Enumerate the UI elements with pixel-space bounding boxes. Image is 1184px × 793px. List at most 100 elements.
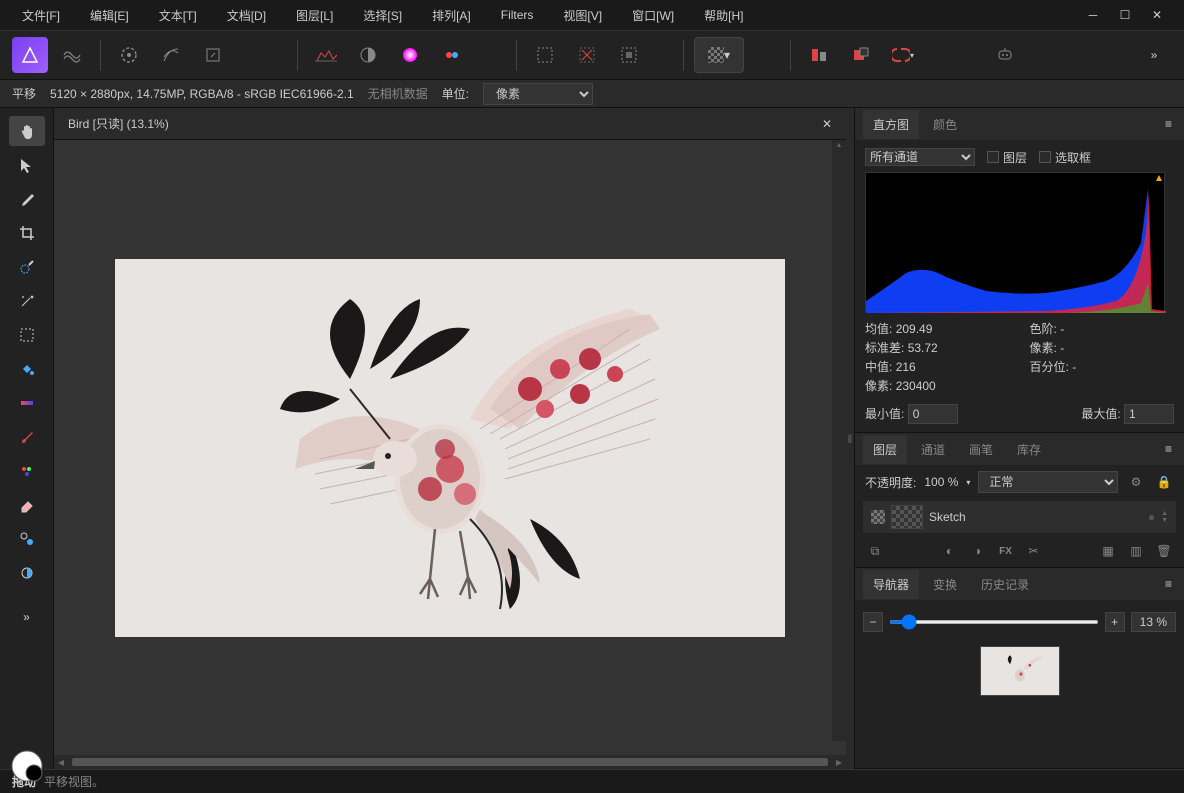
white-balance-icon[interactable] [434,37,470,73]
layer-lock-icon[interactable]: 🔒 [1154,472,1174,492]
menu-text[interactable]: 文本[T] [145,1,211,30]
tab-layers[interactable]: 图层 [863,435,907,464]
alignment-icon[interactable] [801,37,837,73]
dodge-burn-tool[interactable] [9,558,45,588]
tools-overflow[interactable]: » [9,602,45,632]
app-logo-icon[interactable] [12,37,48,73]
curves-icon[interactable] [153,37,189,73]
layer-settings-icon[interactable]: ⚙ [1126,472,1146,492]
menu-help[interactable]: 帮助[H] [690,1,757,30]
zoom-value[interactable]: 13 % [1131,612,1176,632]
scrollbar-vertical[interactable]: ▴ [832,140,846,741]
add-pixel-layer-icon[interactable]: ▥ [1126,541,1146,561]
layer-row[interactable]: Sketch ● ▲▼ [863,501,1176,533]
flood-fill-tool[interactable] [9,354,45,384]
move-tool[interactable] [9,150,45,180]
magic-wand-tool[interactable] [9,286,45,316]
clone-tool[interactable] [9,524,45,554]
liquify-persona-icon[interactable] [54,37,90,73]
snapping-toggle-icon[interactable]: ▾ [885,37,921,73]
layer-name[interactable]: Sketch [929,510,966,524]
layer-reorder[interactable]: ▲▼ [1161,510,1168,524]
levels-adjust-icon[interactable] [308,37,344,73]
gradient-tool[interactable] [9,388,45,418]
add-layer-icon[interactable]: ▦ [1098,541,1118,561]
delete-layer-icon[interactable]: 🗑 [1154,541,1174,561]
histogram-channel-select[interactable]: 所有通道 [865,148,975,166]
add-mask-icon[interactable]: ◐ [940,541,960,561]
erase-tool[interactable] [9,490,45,520]
zoom-slider[interactable] [889,620,1099,624]
document-title[interactable]: Bird [只读] (13.1%) [68,115,169,132]
arrange-icon[interactable] [843,37,879,73]
menu-document[interactable]: 文档[D] [213,1,280,30]
layer-group-icon[interactable]: ⧉ [865,541,885,561]
document-close[interactable]: ✕ [822,117,832,131]
tab-history[interactable]: 历史记录 [971,570,1039,599]
marquee-tool[interactable] [9,320,45,350]
zoom-in-button[interactable]: + [1105,612,1125,632]
opacity-value[interactable]: 100 % [924,475,958,489]
assistant-icon[interactable] [987,37,1023,73]
color-wheel-icon[interactable] [111,37,147,73]
menu-filters[interactable]: Filters [487,2,548,28]
menu-arrange[interactable]: 排列[A] [418,1,485,30]
units-label: 单位: [442,85,469,102]
layer-visibility-icon[interactable] [871,510,885,524]
tab-histogram[interactable]: 直方图 [863,110,919,139]
color-picker-tool[interactable] [9,184,45,214]
navigator-panel-menu-icon[interactable]: ≡ [1161,573,1176,595]
selection-brush-tool[interactable] [9,252,45,282]
tab-transform[interactable]: 变换 [923,570,967,599]
hsl-adjust-icon[interactable] [392,37,428,73]
selection-invert-icon[interactable] [611,37,647,73]
toolbar-overflow-icon[interactable]: » [1136,37,1172,73]
selection-all-icon[interactable] [527,37,563,73]
crop-layer-icon[interactable]: ✂ [1024,541,1044,561]
statusbar: 拖动 平移视图。 [0,769,1184,793]
scrollbar-horizontal[interactable]: ◂ ▸ [54,755,846,769]
hand-tool[interactable] [9,116,45,146]
panel-collapse-handle[interactable]: ‖ [846,108,854,769]
color-swatch[interactable] [10,749,44,769]
menu-view[interactable]: 视图[V] [549,1,616,30]
tab-brushes[interactable]: 画笔 [959,435,1003,464]
crop-tool[interactable] [9,218,45,248]
layer-thumbnail [891,505,923,529]
tab-stock[interactable]: 库存 [1007,435,1051,464]
contrast-adjust-icon[interactable] [350,37,386,73]
menu-select[interactable]: 选择[S] [349,1,416,30]
menu-edit[interactable]: 编辑[E] [76,1,143,30]
window-minimize[interactable]: ─ [1086,8,1100,22]
histogram-chart [865,172,1165,312]
window-close[interactable]: ✕ [1150,8,1164,22]
hist-max-input[interactable] [1124,404,1174,424]
menu-window[interactable]: 窗口[W] [618,1,688,30]
selection-deselect-icon[interactable] [569,37,605,73]
paint-mixer-tool[interactable] [9,456,45,486]
tab-navigator[interactable]: 导航器 [863,570,919,599]
histogram-layer-checkbox[interactable]: 图层 [987,149,1027,166]
panel-menu-icon[interactable]: ≡ [1161,113,1176,135]
layers-panel-menu-icon[interactable]: ≡ [1161,438,1176,460]
tab-color[interactable]: 颜色 [923,110,967,139]
blend-mode-select[interactable]: 正常 [978,471,1118,493]
hist-min-input[interactable] [908,404,958,424]
zoom-out-button[interactable]: − [863,612,883,632]
quick-mask-dropdown[interactable]: ▾ [694,37,744,73]
add-fx-icon[interactable]: FX [996,541,1016,561]
layer-status-dot: ● [1148,510,1155,524]
menu-file[interactable]: 文件[F] [8,1,74,30]
canvas[interactable] [115,259,785,637]
window-maximize[interactable]: ☐ [1118,8,1132,22]
navigator-preview[interactable] [980,646,1060,696]
tools-panel: » [0,108,54,769]
add-adjustment-icon[interactable]: ◑ [968,541,988,561]
menu-layer[interactable]: 图层[L] [282,1,347,30]
paint-brush-tool[interactable] [9,422,45,452]
canvas-viewport[interactable]: ▴ [54,140,846,755]
histogram-selection-checkbox[interactable]: 选取框 [1039,149,1091,166]
units-select[interactable]: 像素 [483,83,593,105]
resize-icon[interactable] [195,37,231,73]
tab-channels[interactable]: 通道 [911,435,955,464]
